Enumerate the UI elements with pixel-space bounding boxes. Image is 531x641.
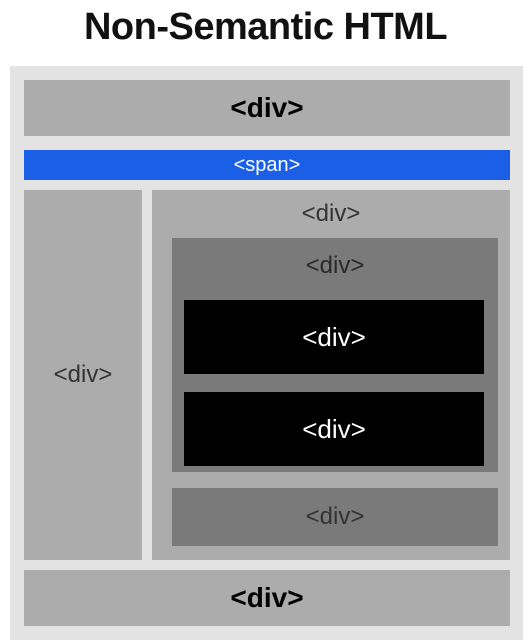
header-div-label: <div> xyxy=(230,92,304,123)
sidebar-div-label: <div> xyxy=(53,361,113,388)
header-div-block: <div> xyxy=(24,80,510,136)
inner-bottom-div-label: <div> xyxy=(305,503,365,530)
span-bar-label: <span> xyxy=(233,153,301,176)
black-div-label-top: <div> xyxy=(302,321,366,352)
black-div-block-top: <div> xyxy=(184,300,484,374)
footer-div-block: <div> xyxy=(24,570,510,626)
page-title: Non-Semantic HTML xyxy=(83,6,448,48)
footer-div-label: <div> xyxy=(230,582,304,613)
black-div-label-bottom: <div> xyxy=(302,413,366,444)
main-div-block: <div> <div> <div> <div> <div> xyxy=(152,190,510,560)
diagram-frame: <div> <span> <div> <div> <div> <div> <di… xyxy=(10,66,523,640)
inner-bottom-div-block: <div> xyxy=(172,488,498,546)
inner-div-block: <div> <div> <div> xyxy=(172,238,498,472)
black-div-block-bottom: <div> xyxy=(184,392,484,466)
main-div-label: <div> xyxy=(301,200,361,227)
inner-div-label: <div> xyxy=(305,252,365,279)
sidebar-div-block: <div> xyxy=(24,190,142,560)
span-bar: <span> xyxy=(24,150,510,180)
